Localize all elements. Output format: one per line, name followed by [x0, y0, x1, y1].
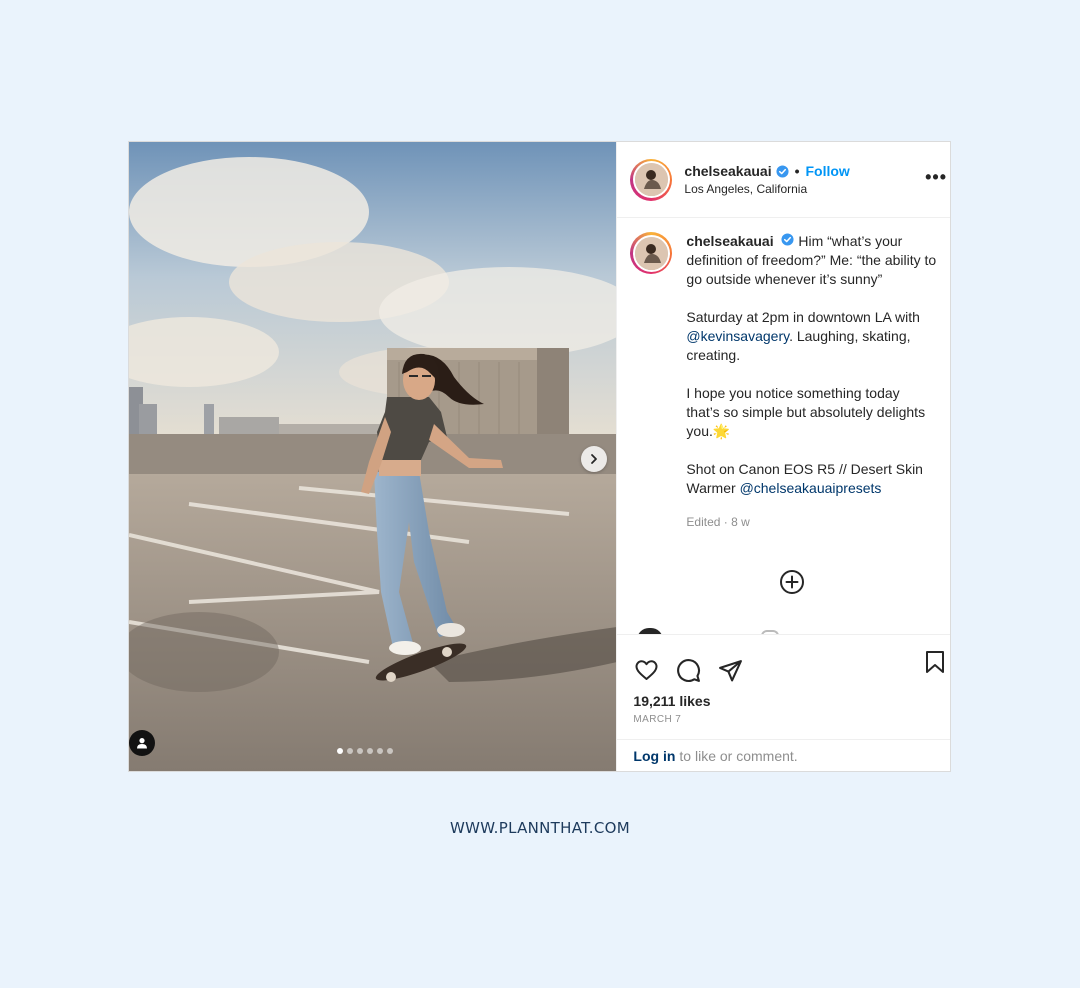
next-slide-button[interactable] — [581, 446, 607, 472]
caption-username[interactable]: chelseakauai — [686, 233, 773, 249]
instagram-post-card: chelseakauai • Follow Los Angeles, Calif… — [128, 141, 951, 772]
bookmark-icon — [926, 651, 944, 673]
save-button[interactable] — [924, 650, 950, 676]
caption-para2-text: Saturday at 2pm in downtown LA with — [686, 309, 920, 325]
avatar-image — [634, 163, 668, 196]
likes-count[interactable]: 19,211 likes — [617, 693, 950, 709]
plus-circle-icon — [780, 570, 805, 594]
caption-paragraph: Shot on Canon EOS R5 // Desert Skin Warm… — [686, 460, 936, 498]
paper-plane-icon — [718, 659, 742, 681]
caption-text: chelseakauai Him “what’s your definition… — [686, 232, 936, 532]
comment-button[interactable] — [675, 657, 701, 683]
avatar[interactable] — [630, 158, 673, 201]
load-more-comments-button[interactable] — [779, 569, 805, 595]
login-prompt-text: to like or comment. — [679, 747, 798, 764]
caption-meta: Edited · 8 w — [686, 515, 750, 529]
share-button[interactable] — [717, 657, 743, 683]
location-link[interactable]: Los Angeles, California — [684, 182, 849, 196]
carousel-dot — [367, 748, 373, 754]
caption: chelseakauai Him “what’s your definition… — [617, 218, 950, 532]
login-link[interactable]: Log in — [633, 748, 675, 764]
chevron-right-icon — [591, 454, 597, 464]
caption-paragraph: chelseakauai Him “what’s your definition… — [686, 232, 936, 289]
post-photo[interactable] — [129, 142, 617, 771]
caption-paragraph: I hope you notice something today that’s… — [686, 385, 926, 439]
post-date[interactable]: MARCH 7 — [617, 714, 950, 725]
post-actions-section: 19,211 likes MARCH 7 Log in to like or c… — [617, 634, 950, 771]
comment-icon — [677, 658, 700, 682]
heart-icon — [635, 660, 658, 680]
carousel-dot — [347, 748, 353, 754]
avatar-frame — [632, 161, 670, 198]
caption-paragraph: Saturday at 2pm in downtown LA with @kev… — [686, 308, 936, 365]
post-side-panel: chelseakauai • Follow Los Angeles, Calif… — [616, 142, 950, 771]
carousel-dot — [377, 748, 383, 754]
carousel-indicator — [337, 748, 393, 754]
caption-avatar-frame — [632, 234, 670, 272]
action-bar — [617, 635, 950, 691]
verified-badge-icon — [776, 164, 789, 178]
person-icon — [137, 738, 147, 749]
comments-section: chelseakauai Him “what’s your definition… — [617, 218, 950, 634]
like-button[interactable] — [633, 657, 659, 683]
post-header-line: chelseakauai • Follow — [684, 163, 849, 179]
post-header: chelseakauai • Follow Los Angeles, Calif… — [617, 142, 950, 218]
username-link[interactable]: chelseakauai — [684, 163, 771, 179]
caption-avatar-image — [634, 236, 668, 270]
footer-url: WWW.PLANNTHAT.COM — [449, 819, 630, 837]
caption-avatar[interactable] — [630, 232, 673, 274]
skateboarder-photo — [129, 142, 617, 771]
avatar-photo — [634, 163, 668, 196]
more-options-icon[interactable]: ••• — [925, 168, 947, 186]
carousel-dot — [357, 748, 363, 754]
carousel-dot — [337, 748, 343, 754]
mention-link[interactable]: @kevinsavagery — [686, 328, 789, 344]
mention-link[interactable]: @chelseakauaipresets — [740, 480, 882, 496]
post-header-text: chelseakauai • Follow Los Angeles, Calif… — [684, 163, 849, 196]
login-prompt: Log in to like or comment. — [617, 739, 950, 771]
carousel-dot — [387, 748, 393, 754]
tagged-users-button[interactable] — [129, 730, 155, 756]
follow-button[interactable]: Follow — [805, 163, 849, 179]
caption-verified-badge-icon — [781, 233, 795, 246]
caption-avatar-photo — [634, 236, 668, 270]
separator-dot: • — [794, 163, 800, 179]
